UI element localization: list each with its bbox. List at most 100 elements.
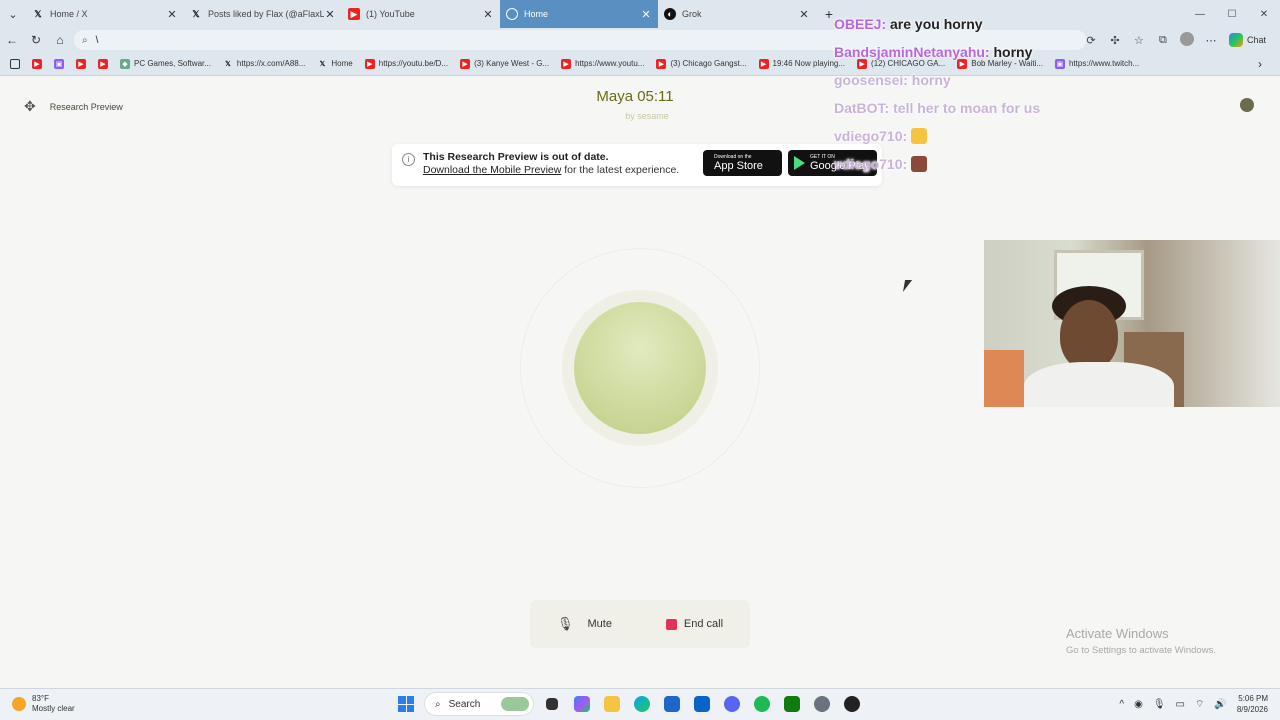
copilot-app-icon[interactable] [570, 692, 594, 716]
file-explorer-icon[interactable] [600, 692, 624, 716]
x-logo-icon: 𝕏 [319, 60, 326, 68]
bookmark-item[interactable]: ▶ (3) Chicago Gangst... [650, 58, 752, 69]
new-tab-icon[interactable]: + [816, 6, 842, 22]
mute-button[interactable]: 🎙 Mute [557, 616, 612, 632]
google-play-button[interactable]: GET IT ON Google Play [788, 150, 877, 176]
end-call-icon [665, 618, 677, 630]
bookmark-label: https://www.twitch... [1068, 59, 1140, 68]
store-icon[interactable] [660, 692, 684, 716]
maximize-icon[interactable]: ☐ [1216, 0, 1248, 28]
close-tab-icon[interactable]: ✕ [166, 8, 178, 21]
youtube-icon: ▶ [758, 58, 769, 69]
youtube-icon: ▶ [656, 58, 667, 69]
windows-taskbar: 83°F Mostly clear ⌕ Search ^ ◉ 🎙 ▭ ⌔ 🔊 5… [0, 688, 1280, 720]
favorites-icon[interactable]: ☆ [1129, 34, 1149, 47]
activate-windows-watermark: Activate Windows Go to Settings to activ… [1066, 626, 1216, 656]
youtube-icon: ▶ [32, 58, 42, 69]
minimize-icon[interactable]: — [1184, 0, 1216, 28]
wifi-icon[interactable]: ⌔ [1195, 698, 1204, 711]
tab-actions-chevron-icon[interactable]: ⌄ [0, 0, 26, 28]
sesame-icon [506, 8, 518, 20]
bookmark-label: 19:46 Now playing... [772, 59, 846, 68]
bookmark-label: https://youtu.be/D... [378, 59, 449, 68]
bookmark-item[interactable]: ▶ [70, 58, 92, 69]
bookmark-item[interactable]: ▣ https://www.twitch... [1049, 58, 1145, 69]
start-button[interactable] [394, 692, 418, 716]
end-call-button[interactable]: End call [665, 618, 723, 630]
close-tab-icon[interactable]: ✕ [640, 8, 652, 21]
twitch-icon: ▣ [1054, 58, 1065, 69]
microphone-icon[interactable]: 🎙 [1153, 699, 1166, 710]
taskbar-search[interactable]: ⌕ Search [424, 692, 534, 716]
weather-widget[interactable]: 83°F Mostly clear [12, 694, 75, 714]
tab-home-x[interactable]: 𝕏 Home / X ✕ [26, 0, 184, 28]
tab-youtube[interactable]: ▶ (1) YouTube ✕ [342, 0, 500, 28]
outlook-icon[interactable] [690, 692, 714, 716]
network-icon[interactable]: ◉ [1134, 699, 1143, 710]
google-play-icon [794, 156, 805, 170]
refresh-icon[interactable]: ↻ [24, 33, 48, 47]
more-menu-icon[interactable]: ⋯ [1201, 34, 1221, 47]
close-window-icon[interactable]: ✕ [1248, 0, 1280, 28]
extensions-icon[interactable]: ⟳ [1081, 34, 1101, 47]
collections-icon[interactable]: ⧉ [1153, 34, 1173, 47]
info-icon: i [402, 153, 415, 166]
close-tab-icon[interactable]: ✕ [798, 8, 810, 21]
bookmark-label: https://x.com/A88... [236, 59, 306, 68]
mute-label: Mute [587, 618, 612, 630]
address-input[interactable]: ⌕ \ [74, 30, 1086, 50]
bookmark-label: (12) CHICAGO GA... [871, 59, 946, 68]
microphone-icon: 🎙 [556, 616, 574, 631]
bookmark-item[interactable]: ▶ https://www.youtu... [555, 58, 650, 69]
display-icon[interactable]: ▭ [1176, 699, 1185, 710]
settings-gear-icon[interactable] [810, 692, 834, 716]
clock[interactable]: 5:06 PM 8/9/2026 [1237, 693, 1268, 715]
profile-avatar[interactable] [1177, 31, 1197, 49]
bookmark-item[interactable]: ▶ [92, 58, 114, 69]
youtube-icon: ▶ [561, 58, 572, 69]
bookmark-item[interactable]: ▣ [48, 58, 70, 69]
bookmark-item[interactable]: ◆ PC Games, Softwar... [114, 58, 217, 69]
download-mobile-link[interactable]: Download the Mobile Preview [423, 164, 561, 176]
voice-orb [574, 302, 706, 434]
bookmark-item[interactable]: ▶ https://youtu.be/D... [359, 58, 454, 69]
bookmark-item[interactable]: ▶ (3) Kanye West - G... [454, 58, 555, 69]
edge-browser-icon[interactable] [630, 692, 654, 716]
chevron-right-icon[interactable]: › [1258, 57, 1262, 71]
puzzle-icon[interactable]: ✣ [1105, 34, 1125, 47]
tab-grok[interactable]: ◐ Grok ✕ [658, 0, 816, 28]
bookmark-item[interactable]: ▶ [26, 58, 48, 69]
tab-title: (1) YouTube [366, 9, 415, 19]
xbox-icon[interactable] [780, 692, 804, 716]
bookmark-label: Home [331, 59, 353, 68]
app-store-button[interactable]: Download on the App Store [703, 150, 782, 176]
banner-heading: This Research Preview is out of date. [423, 151, 609, 163]
obs-icon[interactable] [840, 692, 864, 716]
outdated-preview-banner: i This Research Preview is out of date. … [392, 144, 882, 186]
youtube-icon: ▶ [857, 58, 868, 69]
discord-icon[interactable] [720, 692, 744, 716]
back-arrow-icon[interactable]: ← [0, 33, 24, 47]
tab-posts-liked[interactable]: 𝕏 Posts liked by Flax (@aFlaxLife) / X ✕ [184, 0, 342, 28]
home-icon[interactable]: ⌂ [48, 33, 72, 47]
chevron-up-icon[interactable]: ^ [1119, 699, 1124, 710]
search-label: Search [448, 698, 481, 710]
spotify-icon[interactable] [750, 692, 774, 716]
youtube-icon: ▶ [348, 8, 360, 20]
tab-home-active[interactable]: Home ✕ [500, 0, 658, 28]
volume-icon[interactable]: 🔊 [1214, 699, 1226, 710]
copilot-chat-button[interactable]: Chat [1225, 33, 1270, 47]
weather-sun-icon [12, 697, 26, 711]
bookmark-item[interactable]: ▶ 19:46 Now playing... [753, 58, 852, 69]
bookmark-item[interactable]: 𝕏https://x.com/A88... [217, 59, 311, 69]
close-tab-icon[interactable]: ✕ [324, 8, 336, 21]
tab-title: Grok [682, 9, 702, 19]
grok-icon: ◐ [664, 8, 676, 20]
system-tray: ^ ◉ 🎙 ▭ ⌔ 🔊 5:06 PM 8/9/2026 [1119, 693, 1268, 715]
task-view-icon[interactable] [540, 692, 564, 716]
bookmark-item[interactable]: 𝕏 Home [311, 59, 358, 69]
bookmark-item[interactable]: ▶ (12) CHICAGO GA... [851, 58, 951, 69]
bookmark-folder-icon[interactable] [4, 58, 26, 69]
bookmark-item[interactable]: ▶ Bob Marley - Waiti... [951, 58, 1049, 69]
close-tab-icon[interactable]: ✕ [482, 8, 494, 21]
